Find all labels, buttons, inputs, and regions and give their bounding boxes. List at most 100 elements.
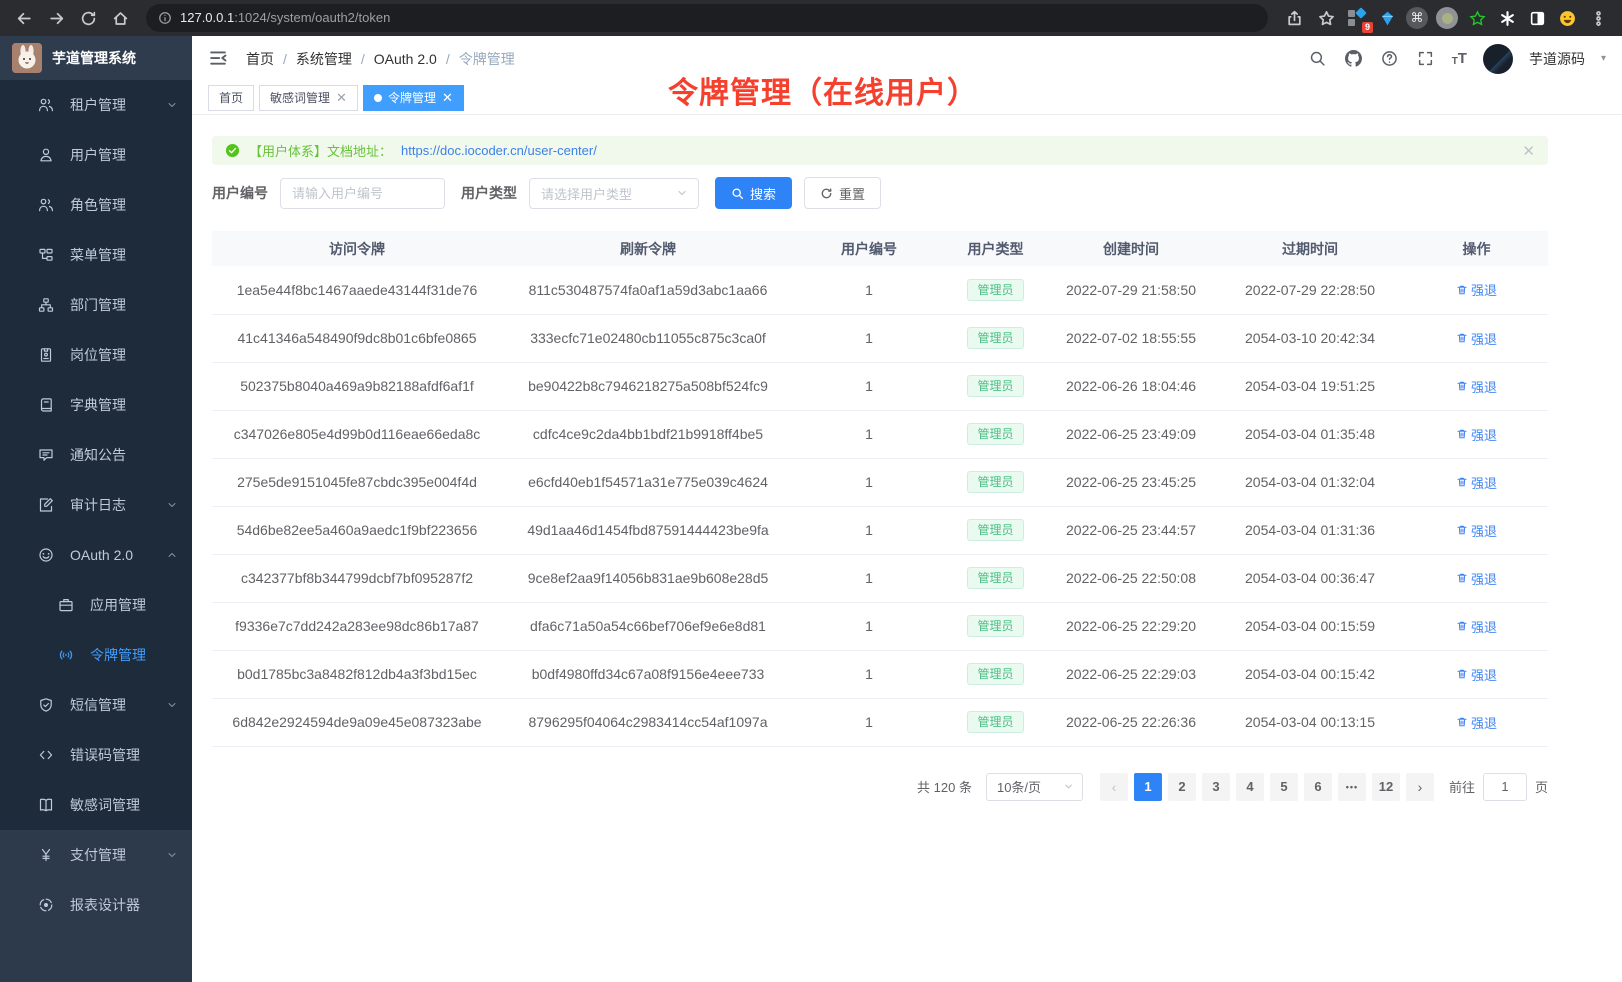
browser-menu-icon[interactable]	[1584, 4, 1612, 32]
sidebar-item-notice[interactable]: 通知公告	[0, 430, 192, 480]
page-button[interactable]: 3	[1202, 773, 1230, 801]
alert-doc-link[interactable]: https://doc.iocoder.cn/user-center/	[401, 143, 597, 158]
app-logo[interactable]: 芋道管理系统	[0, 36, 192, 80]
tag-tab[interactable]: 令牌管理✕	[363, 85, 464, 111]
more-pages-button[interactable]: •••	[1338, 773, 1366, 801]
search-button[interactable]: 搜索	[715, 177, 792, 209]
access-token-cell: 54d6be82ee5a460a9aedc1f9bf223656	[212, 506, 502, 554]
tag-tab[interactable]: 敏感词管理✕	[259, 85, 358, 111]
page-button[interactable]: 1	[1134, 773, 1162, 801]
force-logout-button[interactable]: 强退	[1456, 617, 1497, 636]
bookmark-star-icon[interactable]	[1312, 4, 1340, 32]
search-icon[interactable]	[1308, 49, 1328, 69]
help-icon[interactable]	[1380, 49, 1400, 69]
page-button[interactable]: 12	[1372, 773, 1400, 801]
created-time-cell: 2022-07-29 21:58:50	[1047, 266, 1215, 314]
token-broadcast-icon	[58, 647, 74, 663]
expire-time-cell: 2054-03-04 00:13:15	[1215, 698, 1405, 746]
page-size-select[interactable]: 10条/页	[986, 773, 1083, 801]
table-row: 54d6be82ee5a460a9aedc1f9bf22365649d1aa46…	[212, 506, 1548, 554]
snowflake-extension-icon[interactable]	[1494, 5, 1520, 31]
sidebar-item-sensitive-word[interactable]: 敏感词管理	[0, 780, 192, 830]
github-icon[interactable]	[1344, 49, 1364, 69]
alert-close-icon[interactable]: ✕	[1522, 142, 1535, 160]
user-type-select[interactable]: 请选择用户类型	[529, 178, 699, 209]
user-id-input[interactable]	[280, 178, 445, 209]
sidebar-item-oauth2-app[interactable]: 应用管理	[0, 580, 192, 630]
breadcrumb-item[interactable]: OAuth 2.0	[374, 51, 437, 67]
sidebar-item-menu[interactable]: 菜单管理	[0, 230, 192, 280]
force-logout-button[interactable]: 强退	[1456, 665, 1497, 684]
filter-form: 用户编号 用户类型 请选择用户类型 搜索 重置	[212, 177, 1548, 209]
breadcrumb-item[interactable]: 首页	[246, 49, 274, 69]
table-body: 1ea5e44f8bc1467aaede43144f31de76811c5304…	[212, 266, 1548, 746]
back-icon[interactable]	[10, 4, 38, 32]
user-type-cell: 管理员	[944, 266, 1047, 314]
emoji-profile-icon[interactable]	[1554, 5, 1580, 31]
sidebar-item-pay[interactable]: 支付管理	[0, 830, 192, 880]
gem-extension-icon[interactable]	[1374, 5, 1400, 31]
doc-alert-banner: 【用户体系】文档地址： https://doc.iocoder.cn/user-…	[212, 136, 1548, 165]
page-button[interactable]: 5	[1270, 773, 1298, 801]
page-button[interactable]: 6	[1304, 773, 1332, 801]
home-icon[interactable]	[106, 4, 134, 32]
goto-page-input[interactable]	[1483, 773, 1527, 801]
chevron-down-icon[interactable]: ▾	[1601, 53, 1606, 64]
breadcrumb-item[interactable]: 系统管理	[296, 49, 352, 69]
force-logout-button[interactable]: 强退	[1456, 425, 1497, 444]
next-page-button[interactable]: ›	[1406, 773, 1434, 801]
green-star-extension-icon[interactable]	[1464, 5, 1490, 31]
fullscreen-icon[interactable]	[1416, 49, 1436, 69]
sidebar-item-dict[interactable]: 字典管理	[0, 380, 192, 430]
force-logout-button[interactable]: 强退	[1456, 280, 1497, 299]
reload-icon[interactable]	[74, 4, 102, 32]
force-logout-button[interactable]: 强退	[1456, 329, 1497, 348]
sidebar-item-user[interactable]: 用户管理	[0, 130, 192, 180]
prev-page-button[interactable]: ‹	[1100, 773, 1128, 801]
check-circle-icon	[225, 143, 240, 158]
sidebar-item-role[interactable]: 角色管理	[0, 180, 192, 230]
user-id-label: 用户编号	[212, 183, 268, 203]
trash-icon	[1456, 428, 1468, 440]
close-tab-icon[interactable]: ✕	[336, 91, 347, 104]
close-tab-icon[interactable]: ✕	[442, 91, 453, 104]
user-id-cell: 1	[794, 602, 944, 650]
page-button[interactable]: 4	[1236, 773, 1264, 801]
page-button[interactable]: 2	[1168, 773, 1196, 801]
user-id-cell: 1	[794, 506, 944, 554]
sidebar-item-oauth2[interactable]: OAuth 2.0	[0, 530, 192, 580]
force-logout-button[interactable]: 强退	[1456, 521, 1497, 540]
user-type-cell: 管理员	[944, 554, 1047, 602]
sidebar-item-dept[interactable]: 部门管理	[0, 280, 192, 330]
dict-book-icon	[38, 397, 54, 413]
address-bar[interactable]: 127.0.0.1:1024/system/oauth2/token	[146, 4, 1268, 32]
avatar[interactable]	[1483, 44, 1513, 74]
sidebar-item-oauth2-token[interactable]: 令牌管理	[0, 630, 192, 680]
collapse-sidebar-icon[interactable]	[208, 48, 230, 70]
blocks-extension-icon[interactable]: 9	[1344, 5, 1370, 31]
sidebar-item-error-code[interactable]: 错误码管理	[0, 730, 192, 780]
split-window-extension-icon[interactable]	[1524, 5, 1550, 31]
forward-icon[interactable]	[42, 4, 70, 32]
force-logout-button[interactable]: 强退	[1456, 713, 1497, 732]
command-extension-icon[interactable]: ⌘	[1404, 5, 1430, 31]
force-logout-button[interactable]: 强退	[1456, 377, 1497, 396]
sidebar-item-sms[interactable]: 短信管理	[0, 680, 192, 730]
sidebar-item-post[interactable]: 岗位管理	[0, 330, 192, 380]
force-logout-button[interactable]: 强退	[1456, 473, 1497, 492]
force-logout-button[interactable]: 强退	[1456, 569, 1497, 588]
created-time-cell: 2022-06-26 18:04:46	[1047, 362, 1215, 410]
reset-button[interactable]: 重置	[804, 177, 881, 209]
sidebar-item-report-designer[interactable]: 报表设计器	[0, 880, 192, 930]
user-name[interactable]: 芋道源码	[1529, 49, 1585, 69]
font-size-icon[interactable]: TT	[1452, 50, 1467, 67]
action-cell: 强退	[1405, 266, 1548, 314]
record-extension-icon[interactable]	[1434, 5, 1460, 31]
sidebar-item-tenant[interactable]: 租户管理	[0, 80, 192, 130]
tag-tab[interactable]: 首页	[208, 85, 254, 111]
goto-suffix: 页	[1535, 777, 1548, 796]
sidebar-item-audit-log[interactable]: 审计日志	[0, 480, 192, 530]
expire-time-cell: 2054-03-04 00:15:42	[1215, 650, 1405, 698]
user-id-cell: 1	[794, 698, 944, 746]
share-icon[interactable]	[1280, 4, 1308, 32]
